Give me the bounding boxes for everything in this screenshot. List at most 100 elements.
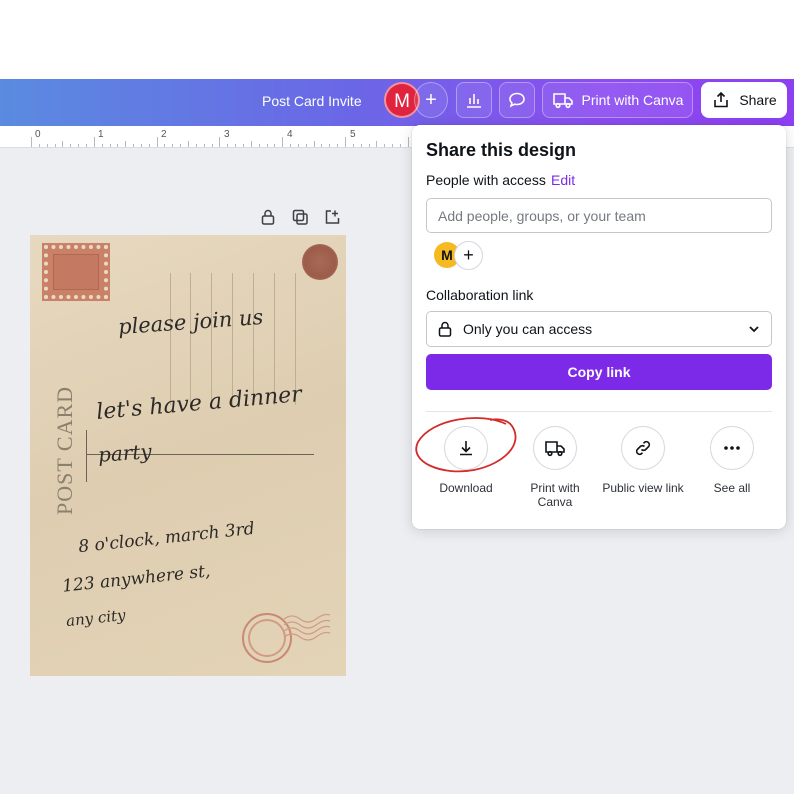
ruler-tick	[282, 137, 284, 147]
public-view-link-button[interactable]	[621, 426, 665, 470]
ruler-tick	[31, 137, 32, 147]
ruler-tick	[219, 137, 221, 147]
share-button[interactable]: Share	[701, 82, 787, 118]
ruler-tick	[345, 137, 346, 147]
ruler-tick	[172, 144, 174, 147]
public-view-link-action[interactable]: Public view link	[593, 426, 693, 495]
public-view-link-label: Public view link	[602, 481, 684, 495]
ruler-tick	[125, 141, 127, 147]
edit-access-link[interactable]: Edit	[551, 172, 575, 188]
ruler-tick	[242, 144, 244, 147]
ruler-tick	[297, 144, 299, 147]
ruler-tick	[352, 144, 354, 147]
add-collaborator-button[interactable]: +	[414, 82, 448, 118]
ruler-tick	[101, 144, 103, 147]
invite-line: 8 o'clock, march 3rd	[77, 518, 256, 558]
comment-icon	[509, 92, 525, 108]
ruler-tick	[305, 144, 307, 147]
truck-icon	[552, 93, 573, 109]
add-people-input[interactable]	[426, 198, 772, 233]
invite-line: party	[97, 439, 153, 467]
ruler-tick	[203, 144, 205, 147]
ruler-tick	[70, 144, 72, 147]
copy-link-button[interactable]: Copy link	[426, 354, 772, 390]
see-all-label: See all	[713, 481, 751, 495]
wax-seal	[302, 244, 338, 280]
ruler-mark: 5	[350, 129, 356, 140]
ruler-tick	[250, 141, 252, 147]
ruler-tick	[54, 144, 56, 147]
ruler-tick	[195, 144, 197, 147]
print-with-canva-label: Print with Canva	[581, 92, 684, 108]
ruler-tick	[384, 144, 386, 147]
ruler-tick	[274, 144, 276, 147]
collaboration-link-label: Collaboration link	[426, 287, 534, 303]
ruler-mark: 0	[35, 129, 41, 140]
ruler-tick	[117, 144, 119, 147]
duplicate-icon[interactable]	[291, 208, 309, 226]
ruler-tick	[46, 144, 48, 147]
ruler-tick	[38, 144, 40, 147]
ruler-tick	[188, 141, 189, 147]
ruler-tick	[93, 137, 95, 147]
ruler-tick	[156, 137, 158, 147]
print-with-canva-action-button[interactable]	[533, 426, 577, 470]
ruler-tick	[329, 144, 331, 147]
comments-button[interactable]	[499, 82, 535, 118]
ruler-tick	[85, 144, 87, 147]
ruler-tick	[78, 144, 80, 147]
divider	[426, 411, 772, 412]
plus-icon: +	[425, 88, 437, 111]
ruler-tick	[313, 141, 315, 147]
print-with-canva-action-label: Print with Canva	[530, 481, 580, 509]
add-member-button[interactable]: +	[454, 241, 483, 270]
ruler-tick	[368, 144, 370, 147]
annotation-circle	[415, 417, 517, 473]
share-upload-icon	[714, 91, 729, 108]
postmark-waves	[283, 613, 331, 641]
editor-topbar: Post Card Invite M + Print with Canva Sh…	[0, 79, 794, 126]
share-label: Share	[739, 92, 777, 108]
ruler-tick	[140, 144, 142, 147]
ruler-tick	[133, 144, 135, 147]
ruler-tick	[109, 144, 111, 147]
postcard-side-text: POST CARD	[52, 385, 77, 515]
postcard-design[interactable]: POST CARD please join us let's have a di…	[30, 235, 346, 676]
ruler-tick	[321, 144, 323, 147]
lock-icon	[438, 321, 452, 337]
ruler-tick	[266, 144, 268, 147]
ruler-tick	[337, 144, 339, 147]
insights-button[interactable]	[456, 82, 492, 118]
ruler-tick	[258, 144, 260, 147]
access-level-select[interactable]: Only you can access	[426, 311, 772, 347]
ruler-tick	[235, 144, 237, 147]
document-title[interactable]: Post Card Invite	[262, 93, 362, 109]
ruler-mark: 3	[224, 129, 230, 140]
add-page-icon[interactable]	[323, 208, 341, 226]
access-level-value: Only you can access	[463, 321, 593, 337]
stats-icon	[467, 94, 481, 108]
ruler-mark: 2	[161, 129, 167, 140]
more-icon	[724, 446, 740, 450]
share-panel-title: Share this design	[426, 140, 577, 160]
see-all-action[interactable]: See all	[682, 426, 782, 495]
ruler-mark: 4	[287, 129, 293, 140]
ruler-mark: 1	[98, 129, 104, 140]
page-toolbar	[259, 208, 341, 228]
download-label: Download	[439, 481, 493, 495]
ruler-tick	[211, 144, 213, 147]
ruler-tick	[227, 144, 229, 147]
lock-icon[interactable]	[259, 208, 277, 226]
ruler-tick	[360, 144, 362, 147]
see-all-button[interactable]	[710, 426, 754, 470]
ruler-tick	[164, 144, 166, 147]
ruler-tick	[180, 144, 182, 147]
link-icon	[635, 440, 651, 456]
invite-line: 123 anywhere st,	[61, 561, 212, 597]
chevron-down-icon	[749, 326, 759, 333]
invite-line: any city	[65, 605, 127, 631]
postage-stamp	[42, 243, 110, 301]
ruler-tick	[148, 144, 150, 147]
print-with-canva-button[interactable]: Print with Canva	[542, 82, 693, 118]
ruler-tick	[407, 137, 409, 147]
